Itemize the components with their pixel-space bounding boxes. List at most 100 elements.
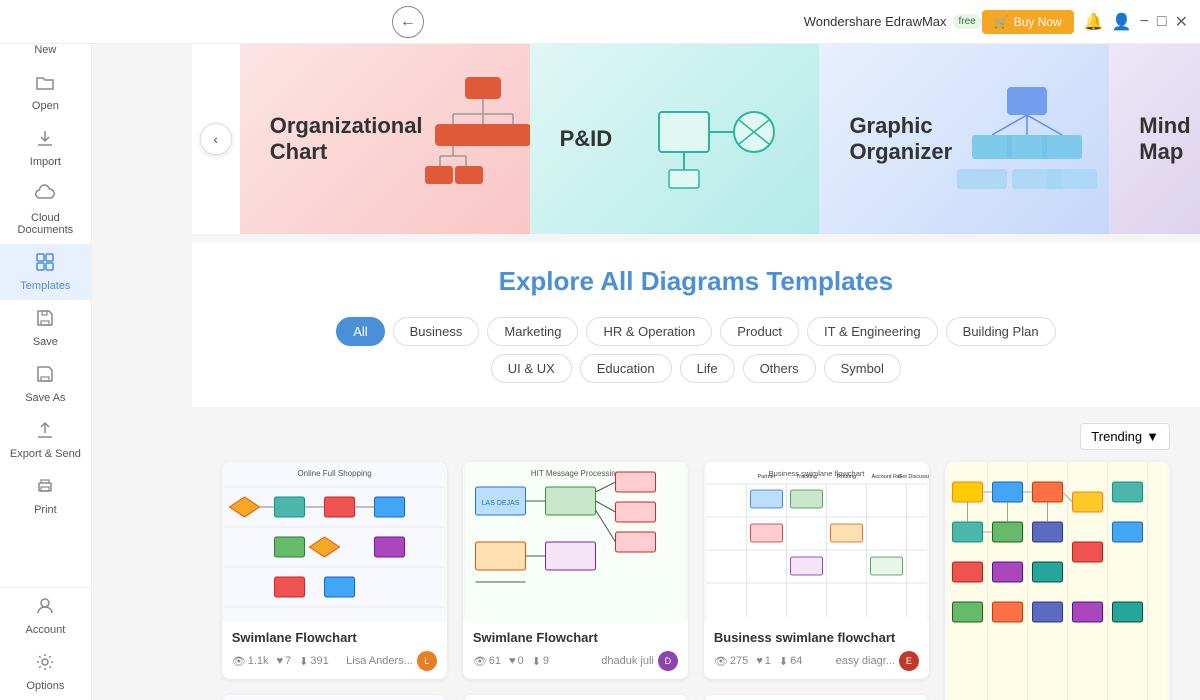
sidebar-item-import[interactable]: Import bbox=[0, 120, 91, 176]
close-icon[interactable]: ✕ bbox=[1175, 12, 1188, 32]
template-card-4[interactable]: Registration Swimlane Flowchart 👁 307 ♥ … bbox=[945, 462, 1170, 700]
filter-ui[interactable]: UI & UX bbox=[491, 354, 572, 383]
explore-section: Explore All Diagrams Templates All Busin… bbox=[192, 242, 1200, 407]
template-author-1: Lisa Anders... L bbox=[346, 651, 437, 671]
template-info-2: Swimlane Flowchart 👁 61 ♥ 0 ⬇ 9 dhaduk j… bbox=[463, 622, 688, 679]
sidebar-item-export[interactable]: Export & Send bbox=[0, 412, 91, 468]
author-name-2: dhaduk juli bbox=[601, 655, 654, 667]
maximize-icon[interactable]: □ bbox=[1157, 13, 1167, 31]
template-stats-3: 👁 275 ♥ 1 ⬇ 64 bbox=[714, 655, 802, 668]
template-thumb-6: Flowchart bbox=[463, 695, 688, 700]
templates-section: Trending ▼ Online Full Shopping bbox=[192, 407, 1200, 700]
sidebar-label-new: New bbox=[34, 44, 56, 56]
topbar-right: 🛒 Buy Now 🔔 👤 − □ ✕ bbox=[982, 10, 1188, 34]
explore-title-plain: Explore bbox=[499, 266, 601, 296]
back-button[interactable]: ← bbox=[392, 6, 424, 38]
likes-stat-2: ♥ 0 bbox=[509, 655, 524, 668]
sidebar-item-saveas[interactable]: Save As bbox=[0, 356, 91, 412]
carousel-item-mm-title: Mind Map bbox=[1139, 113, 1200, 165]
downloads-stat-2: ⬇ 9 bbox=[532, 655, 549, 668]
topbar-center: Wondershare EdrawMax free bbox=[804, 14, 982, 29]
options-icon bbox=[35, 652, 55, 677]
template-card-6[interactable]: Flowchart Swimlane bbox=[463, 695, 688, 700]
cloud-icon bbox=[35, 184, 55, 209]
template-meta-2: 👁 61 ♥ 0 ⬇ 9 dhaduk juli D bbox=[473, 651, 678, 671]
carousel-item-mm[interactable]: Mind Map bbox=[1109, 44, 1200, 234]
template-stats-1: 👁 1.1k ♥ 7 ⬇ 391 bbox=[232, 655, 329, 668]
account-icon bbox=[35, 596, 55, 621]
svg-text:Partner: Partner bbox=[757, 474, 775, 480]
filter-hr[interactable]: HR & Operation bbox=[586, 317, 712, 346]
export-icon bbox=[35, 420, 55, 445]
svg-text:Tracking: Tracking bbox=[796, 474, 817, 480]
template-card-5[interactable]: College Management for XYZ School bbox=[222, 695, 447, 700]
filter-symbol[interactable]: Symbol bbox=[824, 354, 901, 383]
sidebar-item-cloud[interactable]: Cloud Documents bbox=[0, 176, 91, 244]
downloads-stat-1: ⬇ 391 bbox=[299, 655, 329, 668]
template-thumb-1: Online Full Shopping bbox=[222, 462, 447, 622]
explore-title-colored: All Diagrams Templates bbox=[600, 266, 893, 296]
minimize-icon[interactable]: − bbox=[1140, 13, 1149, 31]
filter-it[interactable]: IT & Engineering bbox=[807, 317, 938, 346]
sidebar-item-print[interactable]: Print bbox=[0, 468, 91, 524]
svg-text:HIT Message Processing: HIT Message Processing bbox=[531, 469, 620, 478]
sidebar-label-account: Account bbox=[26, 624, 66, 636]
author-avatar-3: E bbox=[899, 651, 919, 671]
filter-education[interactable]: Education bbox=[580, 354, 672, 383]
app-badge: free bbox=[953, 14, 982, 29]
filter-all[interactable]: All bbox=[336, 317, 384, 346]
templates-grid: Online Full Shopping bbox=[222, 462, 1170, 700]
carousel-item-pid[interactable]: P&ID bbox=[530, 44, 820, 234]
template-card-7[interactable]: Swimlane Flowchart 👁 — bbox=[704, 695, 929, 700]
sidebar-label-export: Export & Send bbox=[10, 448, 81, 460]
carousel-item-org-title: OrganizationalChart bbox=[270, 113, 423, 165]
template-thumb-5: College Management for XYZ School bbox=[222, 695, 447, 700]
views-stat-1: 👁 1.1k bbox=[232, 655, 269, 668]
template-card-1[interactable]: Online Full Shopping bbox=[222, 462, 447, 679]
carousel-item-org-img bbox=[423, 72, 530, 207]
filter-marketing[interactable]: Marketing bbox=[487, 317, 578, 346]
author-name-1: Lisa Anders... bbox=[346, 655, 413, 667]
carousel-item-go[interactable]: GraphicOrganizer bbox=[819, 44, 1109, 234]
template-info-1: Swimlane Flowchart 👁 1.1k ♥ 7 ⬇ 391 Lisa… bbox=[222, 622, 447, 679]
filter-business[interactable]: Business bbox=[393, 317, 480, 346]
svg-text:LAS DEJAS: LAS DEJAS bbox=[481, 500, 519, 507]
sidebar-label-options: Options bbox=[26, 680, 64, 692]
saveas-icon bbox=[35, 364, 55, 389]
explore-title: Explore All Diagrams Templates bbox=[232, 266, 1160, 297]
template-thumb-4 bbox=[945, 462, 1170, 700]
sort-label: Trending bbox=[1091, 429, 1142, 444]
template-title-3: Business swimlane flowchart bbox=[714, 630, 919, 645]
filter-others[interactable]: Others bbox=[743, 354, 816, 383]
views-stat-2: 👁 61 bbox=[473, 655, 501, 668]
template-stats-2: 👁 61 ♥ 0 ⬇ 9 bbox=[473, 655, 549, 668]
downloads-stat-3: ⬇ 64 bbox=[779, 655, 802, 668]
chevron-down-icon: ▼ bbox=[1146, 429, 1159, 444]
notification-icon[interactable]: 🔔 bbox=[1084, 12, 1104, 32]
sidebar-item-open[interactable]: Open bbox=[0, 64, 91, 120]
author-name-3: easy diagr... bbox=[836, 655, 895, 667]
template-card-2[interactable]: HIT Message Processing LAS DEJAS bbox=[463, 462, 688, 679]
sidebar-item-account[interactable]: Account bbox=[0, 588, 91, 644]
carousel-prev-button[interactable]: ‹ bbox=[200, 123, 232, 155]
filter-building[interactable]: Building Plan bbox=[946, 317, 1056, 346]
buy-now-button[interactable]: 🛒 Buy Now bbox=[982, 10, 1074, 34]
sidebar-bottom: Account Options bbox=[0, 587, 91, 700]
template-author-2: dhaduk juli D bbox=[601, 651, 678, 671]
template-card-3[interactable]: Business swimlane flowchart Partner bbox=[704, 462, 929, 679]
sort-select[interactable]: Trending ▼ bbox=[1080, 423, 1170, 450]
svg-text:Online Full Shopping: Online Full Shopping bbox=[297, 469, 371, 478]
carousel-item-go-title: GraphicOrganizer bbox=[849, 113, 952, 165]
sidebar-item-options[interactable]: Options bbox=[0, 644, 91, 700]
sidebar-item-templates[interactable]: Templates bbox=[0, 244, 91, 300]
carousel-item-org[interactable]: OrganizationalChart bbox=[240, 44, 530, 234]
svg-text:Routing: Routing bbox=[837, 474, 856, 480]
sidebar-label-cloud: Cloud Documents bbox=[4, 212, 87, 236]
filter-life[interactable]: Life bbox=[680, 354, 735, 383]
topbar-icons: 🔔 👤 − □ ✕ bbox=[1084, 12, 1188, 32]
user-avatar[interactable]: 👤 bbox=[1112, 12, 1132, 32]
sidebar-item-save[interactable]: Save bbox=[0, 300, 91, 356]
filter-product[interactable]: Product bbox=[720, 317, 799, 346]
template-info-3: Business swimlane flowchart 👁 275 ♥ 1 ⬇ … bbox=[704, 622, 929, 679]
sidebar-label-import: Import bbox=[30, 156, 61, 168]
